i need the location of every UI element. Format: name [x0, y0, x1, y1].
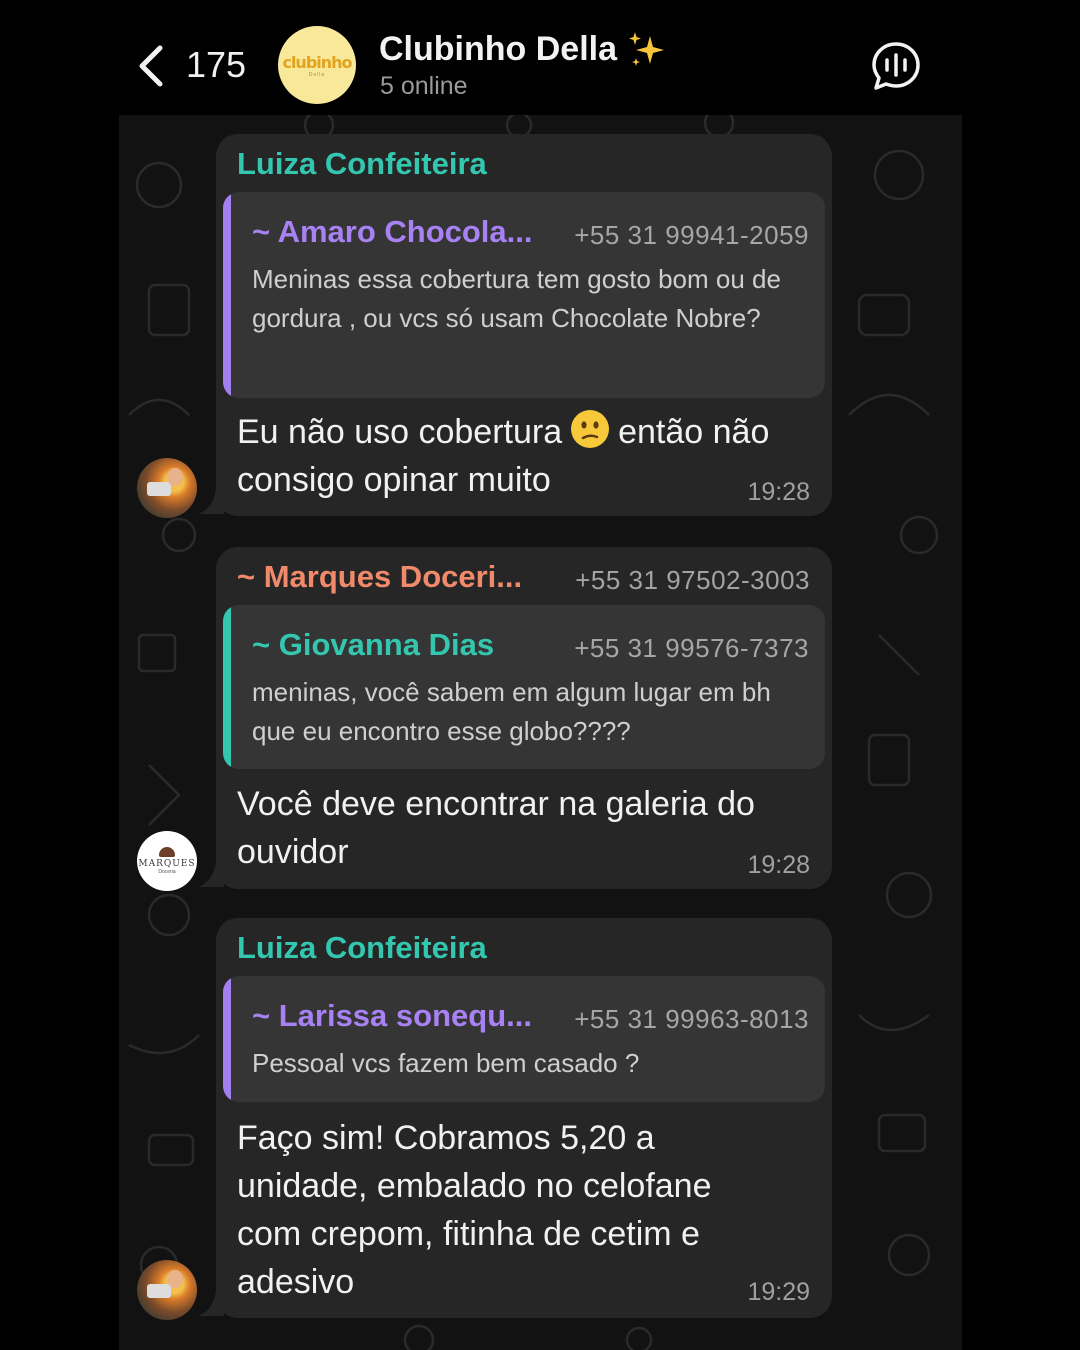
sender-phone[interactable]: +55 31 97502-3003	[575, 565, 810, 596]
quote-author: ~ Amaro Chocola...	[252, 214, 533, 249]
message-text-part: Eu não uso cobertura	[237, 413, 563, 451]
group-avatar-logo: clubinho	[282, 52, 352, 72]
quote-phone: +55 31 99963-8013	[574, 1004, 809, 1034]
quote-text: Pessoal vcs fazem bem casado ?	[252, 1048, 640, 1078]
message-bubble[interactable]: Luiza Confeiteira ~ Amaro Chocola... +55…	[216, 134, 832, 516]
sender-avatar[interactable]	[137, 458, 197, 518]
message-bubble[interactable]: ~ Marques Doceri... +55 31 97502-3003 ~ …	[216, 547, 832, 889]
chevron-left-icon	[139, 45, 163, 87]
avatar-face	[167, 468, 183, 486]
message-time: 19:29	[747, 1278, 810, 1306]
message-time: 19:28	[747, 851, 810, 879]
quoted-message[interactable]: ~ Amaro Chocola... +55 31 99941-2059 Men…	[223, 192, 825, 398]
quote-phone: +55 31 99576-7373	[574, 633, 809, 663]
avatar-cupcake	[159, 847, 175, 857]
voice-chat-icon[interactable]	[870, 40, 922, 92]
quote-bar	[223, 976, 231, 1102]
group-name[interactable]: Clubinho Della	[379, 30, 617, 69]
message-text: Você deve encontrar na galeria do ouvido…	[237, 785, 755, 871]
quote-bar	[223, 192, 231, 398]
sender-name[interactable]: Luiza Confeiteira	[237, 146, 487, 182]
quoted-message[interactable]: ~ Larissa sonequ... +55 31 99963-8013 Pe…	[223, 976, 825, 1102]
back-button[interactable]	[134, 42, 174, 90]
message-text: Faço sim! Cobramos 5,20 a unidade, embal…	[237, 1119, 712, 1301]
unread-count[interactable]: 175	[186, 44, 246, 86]
sender-avatar[interactable]: MARQUES Doceria	[137, 831, 197, 891]
avatar-cake	[147, 1284, 171, 1298]
sender-avatar[interactable]	[137, 1260, 197, 1320]
sender-name[interactable]: ~ Marques Doceri...	[237, 559, 522, 595]
sparkles-icon	[629, 32, 664, 66]
quote-text: meninas, você sabem em algum lugar em bh…	[252, 677, 771, 746]
message-time: 19:28	[747, 478, 810, 506]
message-text: Eu não uso cobertura então não consigo o…	[237, 408, 797, 504]
quote-phone: +55 31 99941-2059	[574, 220, 809, 250]
avatar-marques-text: MARQUES	[138, 859, 196, 869]
avatar-marques-subtext: Doceria	[158, 869, 176, 875]
confused-face-icon	[571, 410, 610, 448]
group-avatar-subtext: Della	[308, 71, 326, 78]
quote-text: Meninas essa cobertura tem gosto bom ou …	[252, 264, 781, 333]
message-bubble[interactable]: Luiza Confeiteira ~ Larissa sonequ... +5…	[216, 918, 832, 1318]
sender-name[interactable]: Luiza Confeiteira	[237, 930, 487, 966]
group-avatar[interactable]: clubinho Della	[278, 26, 356, 104]
quote-author: ~ Larissa sonequ...	[252, 998, 532, 1033]
quote-bar	[223, 605, 231, 769]
chat-header: 175 clubinho Della Clubinho Della 5 onli…	[0, 0, 1080, 115]
quoted-message[interactable]: ~ Giovanna Dias +55 31 99576-7373 menina…	[223, 605, 825, 769]
online-status: 5 online	[380, 72, 468, 100]
avatar-cake	[147, 482, 171, 496]
quote-author: ~ Giovanna Dias	[252, 627, 495, 662]
avatar-face	[167, 1270, 183, 1288]
